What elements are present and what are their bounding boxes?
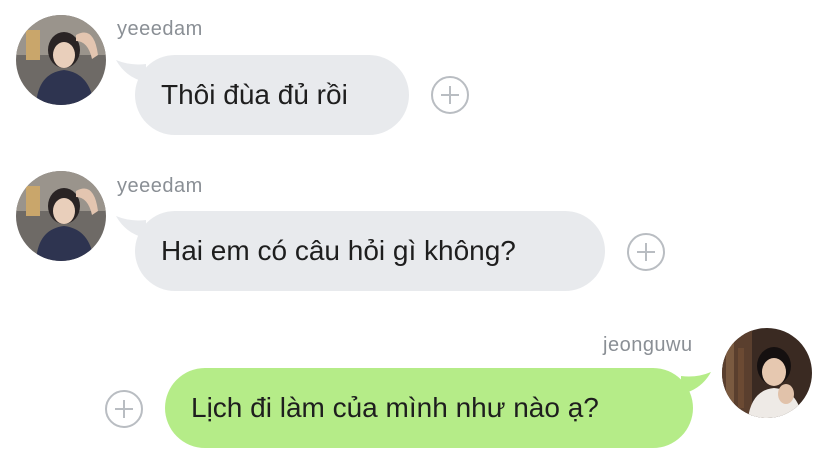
message-bubble[interactable]: Thôi đùa đủ rồi [135, 55, 409, 135]
sender-avatar[interactable] [722, 328, 812, 418]
avatar-photo-icon [16, 171, 106, 261]
message-bubble[interactable]: Hai em có câu hỏi gì không? [135, 211, 605, 291]
avatar-photo-icon [16, 15, 106, 105]
message-text: Hai em có câu hỏi gì không? [161, 235, 516, 266]
add-reaction-icon[interactable] [627, 233, 665, 271]
avatar-photo-icon [722, 328, 812, 418]
sender-name: yeeedam [117, 18, 203, 40]
bubble-tail [681, 372, 711, 394]
sender-name: jeonguwu [603, 334, 693, 356]
chat-thread: yeeedam Thôi đùa đủ rồi yeeedam Hai em c… [0, 0, 827, 474]
message-text: Thôi đùa đủ rồi [161, 79, 348, 110]
message-text: Lịch đi làm của mình như nào ạ? [191, 392, 599, 423]
message-bubble[interactable]: Lịch đi làm của mình như nào ạ? [165, 368, 693, 448]
sender-name: yeeedam [117, 175, 203, 197]
add-reaction-icon[interactable] [105, 390, 143, 428]
sender-avatar[interactable] [16, 171, 106, 261]
sender-avatar[interactable] [16, 15, 106, 105]
add-reaction-icon[interactable] [431, 76, 469, 114]
